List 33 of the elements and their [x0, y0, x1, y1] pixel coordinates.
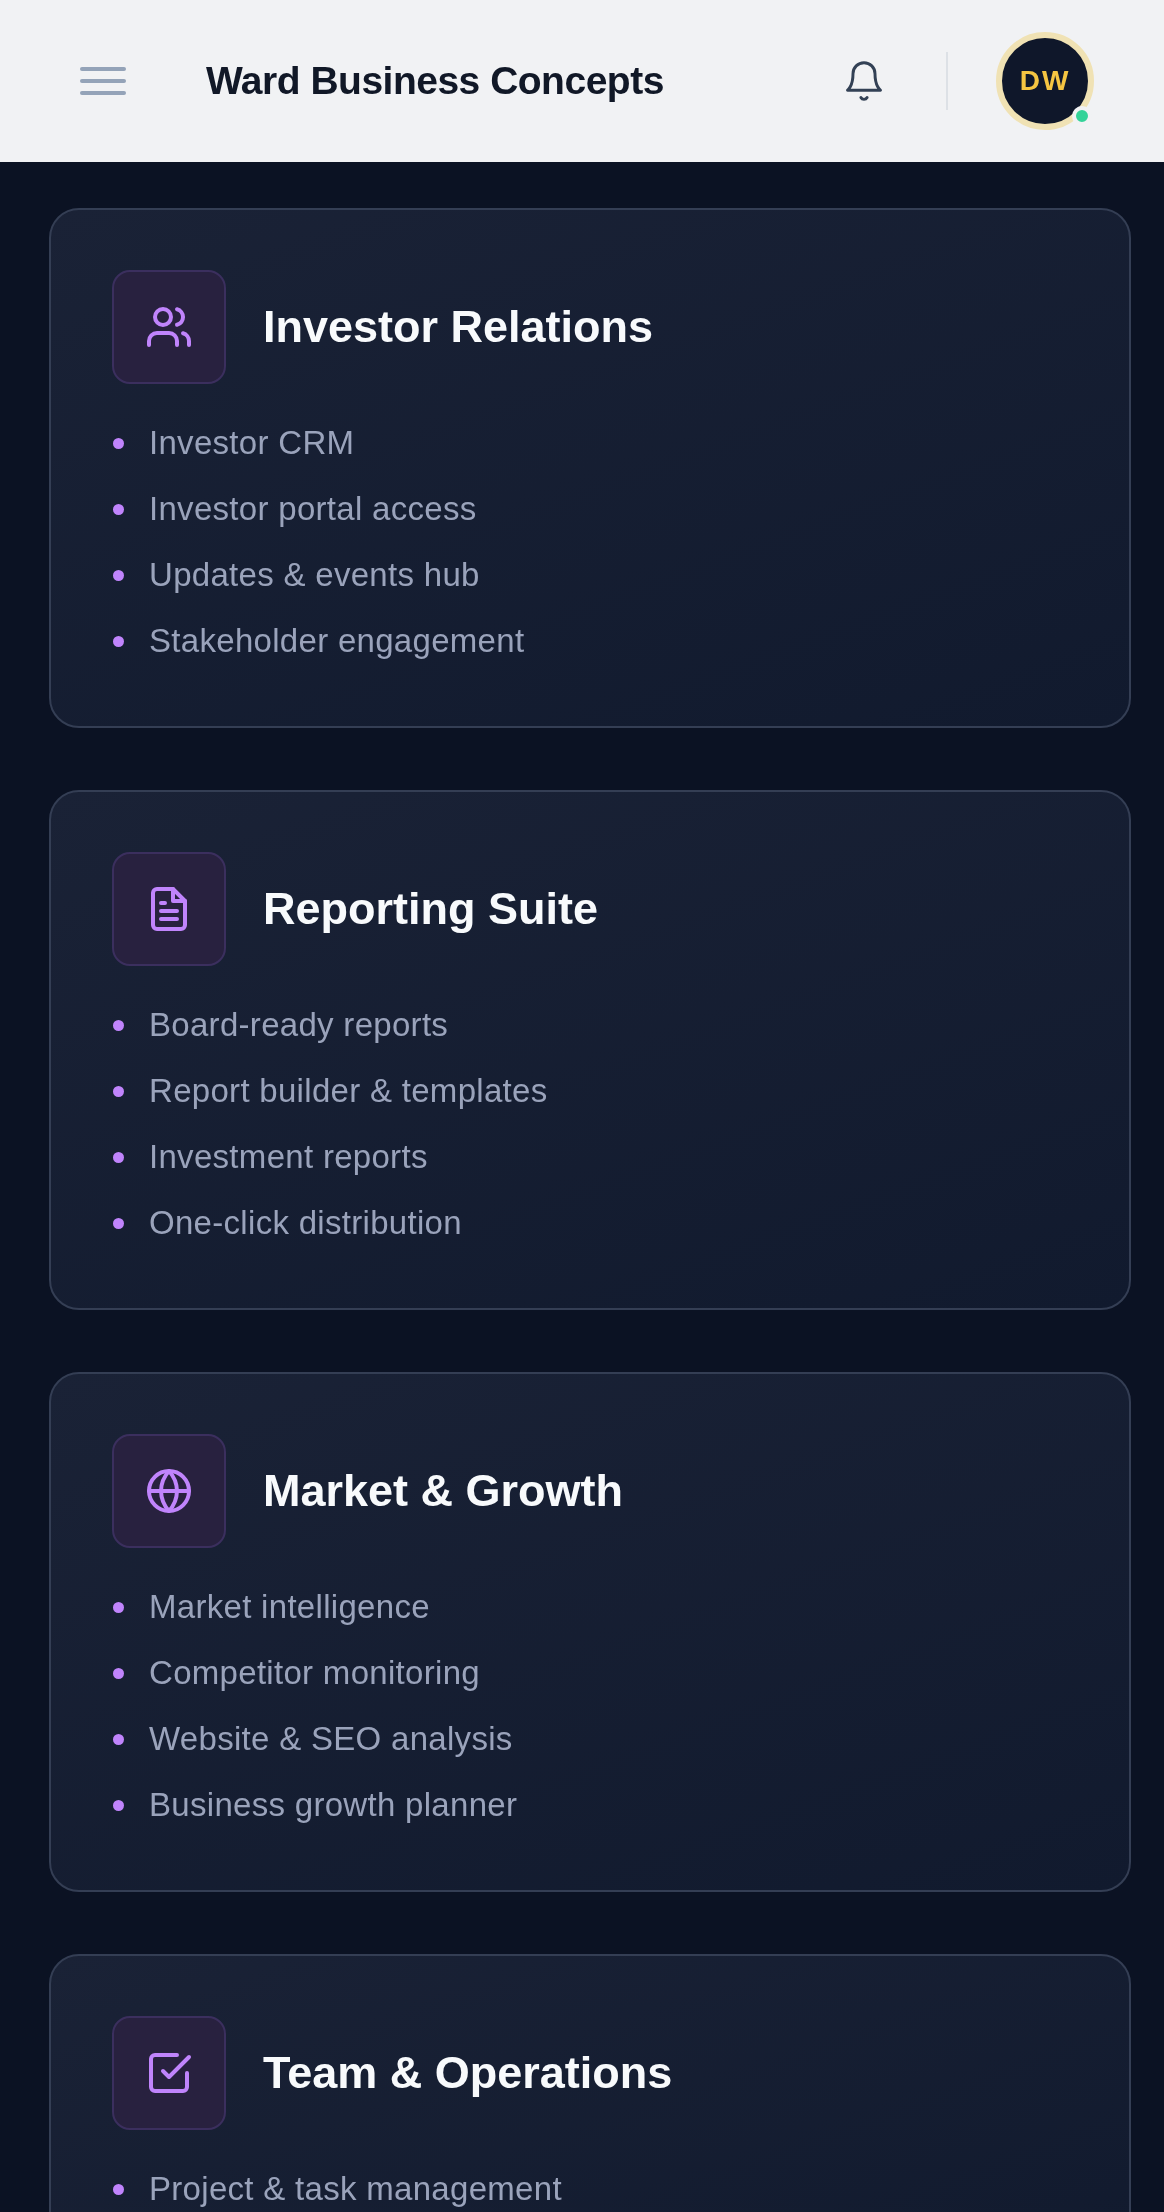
feature-item: Investor CRM: [149, 424, 355, 462]
bullet-icon: [113, 635, 124, 647]
feature-item: Board-ready reports: [149, 1006, 449, 1044]
feature-item: Investor portal access: [149, 490, 477, 528]
card-title: Reporting Suite: [263, 883, 598, 935]
bullet-icon: [113, 1733, 124, 1745]
bullet-icon: [113, 503, 124, 515]
bullet-icon: [113, 1667, 124, 1679]
feature-item: Investment reports: [149, 1138, 428, 1176]
bullet-icon: [113, 569, 124, 581]
card-title: Investor Relations: [263, 301, 654, 353]
bullet-icon: [113, 1019, 124, 1031]
bullet-icon: [113, 1217, 124, 1229]
user-avatar[interactable]: DW: [996, 32, 1094, 130]
bullet-icon: [113, 1601, 124, 1613]
feature-item: Market intelligence: [149, 1588, 430, 1626]
card-title: Market & Growth: [263, 1465, 624, 1517]
feature-item: Website & SEO analysis: [149, 1720, 513, 1758]
globe-icon: [145, 1467, 193, 1515]
bullet-icon: [113, 1799, 124, 1811]
app-title: Ward Business Concepts: [206, 59, 665, 103]
bullet-icon: [113, 2183, 124, 2195]
feature-item: Project & task management: [149, 2170, 562, 2208]
feature-item: One-click distribution: [149, 1204, 462, 1242]
feature-item: Competitor monitoring: [149, 1654, 480, 1692]
feature-item: Report builder & templates: [149, 1072, 548, 1110]
card-title: Team & Operations: [263, 2047, 673, 2099]
bullet-icon: [113, 1151, 124, 1163]
feature-item: Business growth planner: [149, 1786, 518, 1824]
feature-item: Updates & events hub: [149, 556, 480, 594]
bullet-icon: [113, 437, 124, 449]
feature-item: Stakeholder engagement: [149, 622, 525, 660]
bullet-icon: [113, 1085, 124, 1097]
